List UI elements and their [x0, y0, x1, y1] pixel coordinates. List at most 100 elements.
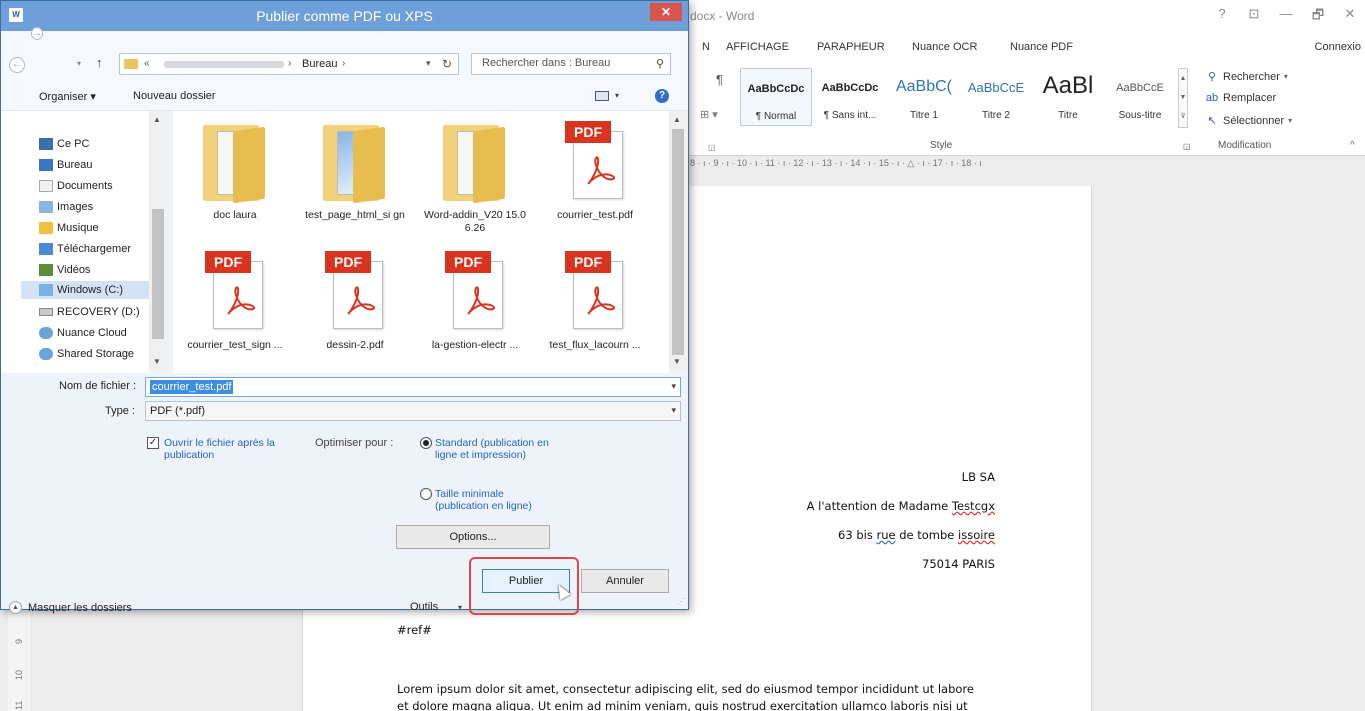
collapse-ribbon-icon[interactable]: ^	[1350, 140, 1355, 151]
chevron-down-icon[interactable]: ▾	[615, 91, 619, 100]
radio-standard-label[interactable]: Standard (publication en ligne et impres…	[435, 437, 565, 461]
horizontal-ruler[interactable]: 8 · ı · 9 · ı · 10 · ı · 11 · ı · 12 · ı…	[690, 158, 1110, 172]
pilcrow-icon[interactable]: ¶	[716, 72, 723, 87]
nav-item-telechargements[interactable]: Téléchargemer	[39, 240, 131, 258]
file-item-pdf[interactable]: PDF test_flux_lacourn ...	[537, 245, 653, 371]
new-folder-button[interactable]: Nouveau dossier	[133, 90, 216, 102]
ribbon-display-icon[interactable]: ⊡	[1247, 6, 1261, 28]
file-item-pdf[interactable]: PDF courrier_test_sign ...	[177, 245, 293, 371]
radio-minimal[interactable]	[420, 488, 432, 500]
restore-icon[interactable]: 🗗	[1311, 6, 1325, 28]
dialog-close-button[interactable]: ✕	[650, 3, 682, 21]
radio-standard[interactable]	[420, 437, 432, 449]
window-controls: ? ⊡ — 🗗 ✕	[1215, 6, 1357, 28]
style-normal[interactable]: AaBbCcDc ¶ Normal	[740, 68, 812, 126]
address-bar[interactable]: « › Bureau › ▾ ↻	[119, 53, 459, 75]
nav-item-bureau[interactable]: Bureau	[39, 156, 92, 174]
tab-parapheur[interactable]: PARAPHEUR	[817, 41, 885, 53]
styles-launcher-icon[interactable]: ◲	[1183, 142, 1191, 151]
nav-item-musique[interactable]: Musique	[39, 219, 99, 237]
chevron-down-icon[interactable]: ▾	[671, 381, 676, 392]
pdf-file-icon: PDF	[445, 251, 505, 331]
file-name: courrier_test_sign ...	[187, 339, 283, 351]
file-item-folder[interactable]: test_page_html_si gn	[297, 115, 413, 241]
forward-arrow-icon[interactable]: →	[31, 27, 43, 40]
breadcrumb-overflow[interactable]: «	[144, 58, 150, 69]
filename-field[interactable]: courrier_test.pdf ▾	[145, 377, 681, 397]
find-button[interactable]: ⚲ Rechercher ▾	[1205, 70, 1288, 84]
hide-folders-button[interactable]: ▲ Masquer les dossiers	[9, 601, 132, 614]
nav-item-documents[interactable]: Documents	[39, 177, 113, 195]
borders-icon[interactable]: ⊞ ▾	[700, 108, 718, 121]
music-icon	[39, 222, 53, 234]
style-sous-titre[interactable]: AaBbCcE Sous-titre	[1104, 68, 1176, 126]
nav-item-videos[interactable]: Vidéos	[39, 261, 90, 279]
nav-scroll-thumb[interactable]	[152, 209, 164, 339]
scroll-down-icon[interactable]: ▼	[153, 357, 161, 366]
resize-grip[interactable]: ⋰	[677, 597, 685, 606]
file-item-folder[interactable]: doc laura	[177, 115, 293, 241]
style-titre-1[interactable]: AaBbC( Titre 1	[888, 68, 960, 126]
style-sans-interligne[interactable]: AaBbCcDc ¶ Sans int...	[814, 68, 886, 126]
search-box[interactable]: ⚲	[471, 53, 671, 75]
styles-scroll[interactable]: ▲ ▼ ⊽	[1178, 68, 1188, 128]
sign-in-link[interactable]: Connexio	[1315, 41, 1361, 53]
tools-button[interactable]: Outils	[410, 601, 438, 613]
select-button[interactable]: ↖ Sélectionner ▾	[1205, 114, 1292, 128]
files-scrollbar[interactable]: ▲ ▼	[669, 111, 687, 373]
back-arrow-icon[interactable]: ←	[9, 57, 25, 73]
radio-minimal-label[interactable]: Taille minimale (publication en ligne)	[435, 488, 555, 512]
view-options-icon[interactable]	[595, 91, 609, 101]
organiser-button[interactable]: Organiser ▾	[39, 90, 96, 103]
refresh-icon[interactable]: ↻	[442, 57, 452, 71]
options-button[interactable]: Options...	[396, 525, 550, 549]
file-item-pdf[interactable]: PDF dessin-2.pdf	[297, 245, 413, 371]
search-input[interactable]	[482, 57, 652, 69]
chevron-down-icon[interactable]: ▾	[458, 603, 462, 612]
nav-scrollbar[interactable]: ▲ ▼	[149, 111, 167, 373]
tab-affichage[interactable]: AFFICHAGE	[726, 41, 789, 53]
style-titre[interactable]: AaBl Titre	[1032, 68, 1104, 126]
file-item-pdf[interactable]: PDF courrier_test.pdf	[537, 115, 653, 241]
scroll-down-icon[interactable]: ▼	[673, 357, 681, 366]
pdf-file-icon: PDF	[205, 251, 265, 331]
chevron-down-icon[interactable]: ▾	[671, 405, 676, 416]
search-icon[interactable]: ⚲	[656, 57, 664, 70]
close-icon[interactable]: ✕	[1343, 6, 1357, 28]
vertical-ruler[interactable]: 9 10 11	[8, 610, 30, 711]
open-after-checkbox[interactable]: ✓	[147, 437, 159, 449]
tab-nuance-pdf[interactable]: Nuance PDF	[1010, 41, 1073, 53]
open-after-label[interactable]: Ouvrir le fichier après la publication	[164, 437, 294, 461]
nav-item-ce-pc[interactable]: Ce PC	[39, 135, 89, 153]
scroll-up-icon[interactable]: ▲	[673, 115, 681, 124]
nav-item-shared-storage[interactable]: Shared Storage	[39, 345, 134, 363]
address-dropdown-icon[interactable]: ▾	[426, 58, 431, 69]
help-icon[interactable]: ?	[655, 89, 669, 103]
doc-company: LB SA	[961, 470, 995, 484]
paragraph-launcher-icon[interactable]: ◲	[708, 143, 716, 152]
scroll-up-icon[interactable]: ▲	[153, 115, 161, 124]
filename-value[interactable]: courrier_test.pdf	[150, 380, 234, 394]
files-scroll-thumb[interactable]	[672, 129, 684, 355]
replace-button[interactable]: ab Remplacer	[1205, 92, 1276, 104]
file-item-folder[interactable]: Word-addin_V20 15.06.26	[417, 115, 533, 241]
ruler-mark: 11	[14, 700, 24, 710]
cancel-button[interactable]: Annuler	[581, 569, 669, 593]
up-arrow-icon[interactable]: ↑	[96, 55, 103, 70]
nav-item-windows-c[interactable]: Windows (C:)	[21, 281, 149, 299]
cloud-icon	[39, 327, 53, 339]
style-titre-2[interactable]: AaBbCcE Titre 2	[960, 68, 1032, 126]
chevron-right-icon[interactable]: ›	[342, 58, 345, 69]
minimize-icon[interactable]: —	[1279, 6, 1293, 28]
tab-nuance-ocr[interactable]: Nuance OCR	[912, 41, 977, 53]
tab-partial[interactable]: N	[702, 41, 710, 53]
file-type-select[interactable]: PDF (*.pdf) ▾	[145, 401, 681, 421]
chevron-right-icon[interactable]: ›	[288, 58, 291, 69]
nav-item-nuance-cloud[interactable]: Nuance Cloud	[39, 324, 127, 342]
breadcrumb-bureau[interactable]: Bureau	[302, 58, 337, 70]
recent-locations-icon[interactable]: ▾	[77, 59, 81, 68]
file-item-pdf[interactable]: PDF la-gestion-electr ...	[417, 245, 533, 371]
nav-item-recovery[interactable]: RECOVERY (D:)	[39, 303, 140, 321]
nav-item-images[interactable]: Images	[39, 198, 93, 216]
help-icon[interactable]: ?	[1215, 6, 1229, 28]
